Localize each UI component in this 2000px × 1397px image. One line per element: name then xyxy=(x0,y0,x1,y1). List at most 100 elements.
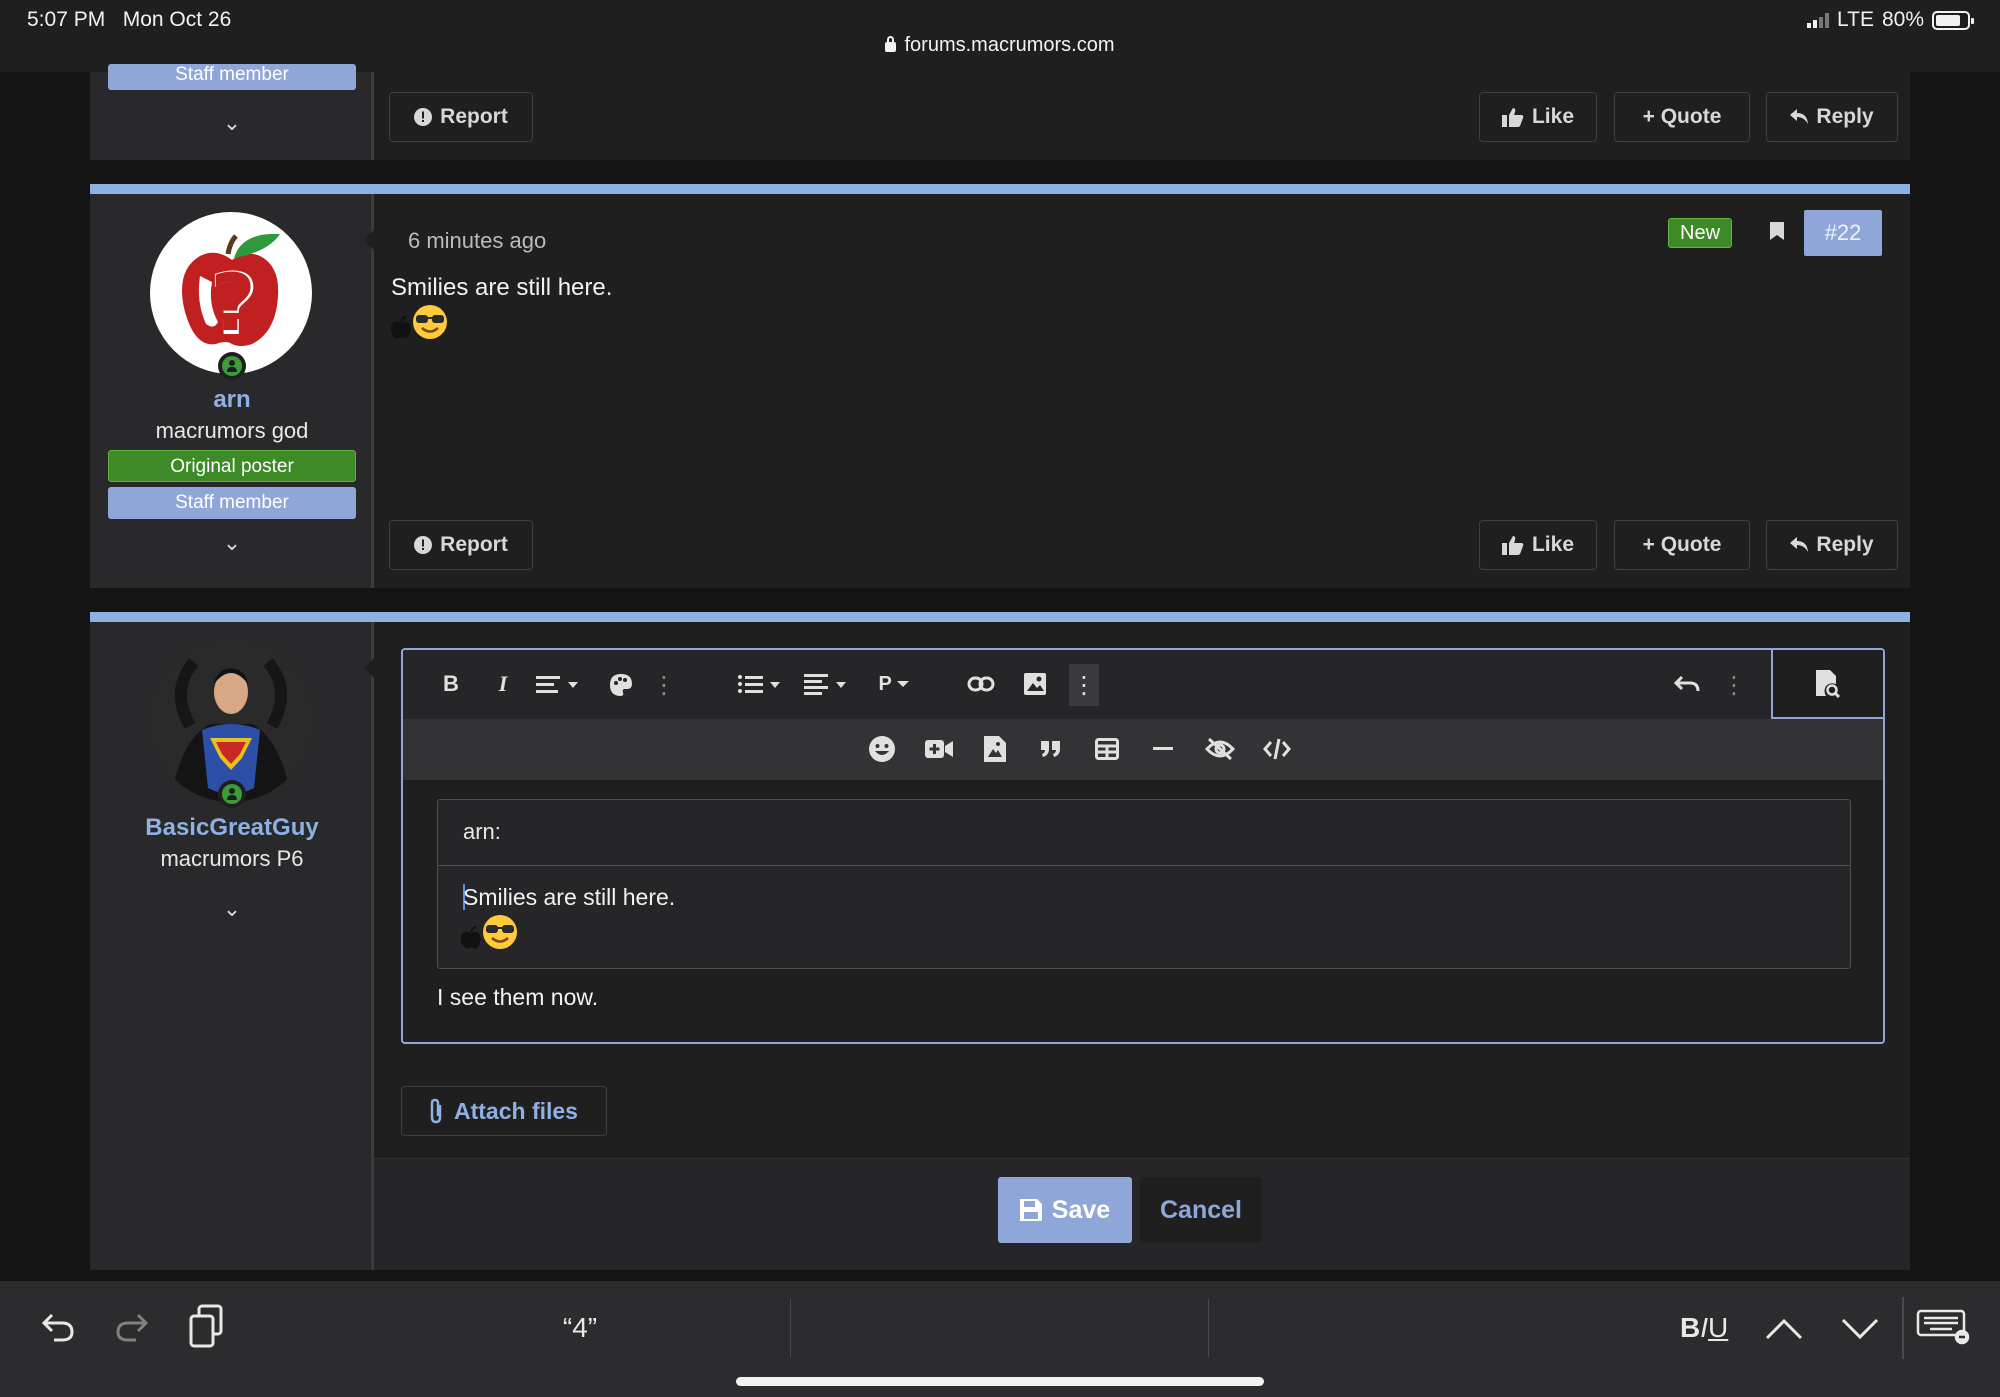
spoiler-icon[interactable] xyxy=(1205,735,1235,763)
cool-smilie-icon xyxy=(483,915,517,949)
video-icon[interactable] xyxy=(925,735,953,763)
suggestion-divider xyxy=(790,1299,791,1357)
quote-button[interactable]: + Quote xyxy=(1614,520,1750,570)
rich-text-editor[interactable]: B I ⋮ P ⋮ ⋮ arn: Smilies are still here.… xyxy=(401,648,1885,1044)
apple-smilie-icon xyxy=(390,316,411,339)
svg-text:?: ? xyxy=(210,259,255,349)
chevron-down-icon[interactable] xyxy=(1840,1309,1880,1349)
paragraph-icon[interactable]: P xyxy=(873,672,915,696)
staff-badge: Staff member xyxy=(108,487,356,519)
report-button[interactable]: Report xyxy=(389,92,533,142)
alert-icon xyxy=(414,536,433,554)
quote-button[interactable]: + Quote xyxy=(1614,92,1750,142)
user-title: macrumors god xyxy=(155,418,309,443)
reply-button[interactable]: Reply xyxy=(1766,520,1898,570)
reply-button[interactable]: Reply xyxy=(1766,92,1898,142)
cancel-button[interactable]: Cancel xyxy=(1140,1177,1262,1243)
undo-icon[interactable] xyxy=(1673,672,1701,696)
url-text: forums.macrumors.com xyxy=(904,34,1115,56)
undo-icon[interactable] xyxy=(38,1305,78,1349)
autocorrect-suggestion[interactable]: “4” xyxy=(380,1305,780,1351)
editor-user-pane: BasicGreatGuy macrumors P6 ⌄ xyxy=(90,612,374,1270)
new-badge: New xyxy=(1668,218,1733,248)
more-icon[interactable]: ⋮ xyxy=(1722,672,1746,699)
avatar[interactable]: ? ? xyxy=(150,212,312,374)
suggestion-divider xyxy=(1208,1299,1209,1357)
preview-icon xyxy=(1816,669,1840,698)
reply-icon xyxy=(1790,537,1809,552)
toolbar-divider xyxy=(1902,1297,1904,1359)
quote-icon[interactable] xyxy=(1037,735,1065,763)
chevron-down-icon[interactable]: ⌄ xyxy=(90,110,374,136)
previous-post-main: Report Like + Quote Reply xyxy=(374,72,1910,160)
lock-icon xyxy=(885,36,897,52)
paste-icon[interactable] xyxy=(186,1301,226,1351)
status-time: 5:07 PM Mon Oct 26 xyxy=(27,8,232,31)
italic-icon[interactable]: I xyxy=(491,671,515,696)
post-divider xyxy=(90,612,1910,622)
address-bar[interactable]: forums.macrumors.com xyxy=(0,34,2000,57)
editor-toolbar-primary: B I ⋮ P ⋮ ⋮ xyxy=(403,650,1883,719)
report-button[interactable]: Report xyxy=(389,520,533,570)
username[interactable]: BasicGreatGuy xyxy=(90,814,374,842)
online-status-icon xyxy=(218,352,246,380)
like-button[interactable]: Like xyxy=(1479,92,1597,142)
code-icon[interactable] xyxy=(1263,735,1291,763)
horizontal-line-icon[interactable] xyxy=(1149,735,1177,763)
list-icon[interactable] xyxy=(737,672,785,696)
home-indicator[interactable] xyxy=(736,1377,1264,1386)
smilie-icon[interactable] xyxy=(868,735,896,763)
cool-smilie-icon xyxy=(413,305,447,339)
paperclip-icon xyxy=(430,1098,442,1124)
smilies xyxy=(390,304,448,340)
editor-toolbar-secondary xyxy=(403,719,1883,780)
original-poster-badge: Original poster xyxy=(108,450,356,482)
attach-files-button[interactable]: Attach files xyxy=(401,1086,607,1136)
keyboard-dismiss-icon[interactable] xyxy=(1916,1305,1972,1349)
table-icon[interactable] xyxy=(1093,735,1121,763)
avatar[interactable] xyxy=(150,640,312,802)
media-icon[interactable] xyxy=(981,735,1009,763)
signal-icon xyxy=(1807,12,1829,28)
user-title: macrumors P6 xyxy=(160,846,304,871)
post-user-pane: ? ? arn macrumors god Original poster St… xyxy=(90,184,374,588)
text-format-button[interactable]: BIU xyxy=(1680,1305,1728,1351)
quote-block[interactable]: arn: Smilies are still here. xyxy=(437,799,1851,969)
align-icon[interactable] xyxy=(803,672,851,696)
chevron-up-icon[interactable] xyxy=(1764,1309,1804,1349)
more-icon[interactable]: ⋮ xyxy=(1069,664,1099,706)
thumbs-up-icon xyxy=(1501,108,1524,127)
bold-icon[interactable]: B xyxy=(439,671,463,696)
thumbs-up-icon xyxy=(1501,536,1524,555)
staff-badge: Staff member xyxy=(108,64,356,90)
post-time[interactable]: 6 minutes ago xyxy=(408,228,546,254)
superman-avatar-icon xyxy=(150,640,312,802)
post-main: 6 minutes ago New #22 Smilies are still … xyxy=(374,184,1910,588)
chevron-down-icon[interactable]: ⌄ xyxy=(90,896,374,922)
apple-smilie-icon xyxy=(460,926,481,949)
status-right: LTE 80% xyxy=(1807,8,1974,32)
chevron-down-icon[interactable]: ⌄ xyxy=(90,530,374,556)
palette-icon[interactable] xyxy=(608,672,634,698)
link-icon[interactable] xyxy=(967,672,995,696)
save-button[interactable]: Save xyxy=(998,1177,1132,1243)
alert-icon xyxy=(414,108,433,126)
preview-button[interactable] xyxy=(1771,650,1883,719)
image-icon[interactable] xyxy=(1023,672,1047,696)
post-number[interactable]: #22 xyxy=(1804,210,1882,256)
post-divider xyxy=(90,184,1910,194)
reply-editor-post: BasicGreatGuy macrumors P6 ⌄ B I ⋮ P ⋮ ⋮… xyxy=(90,612,1910,1270)
quote-text: Smilies are still here. xyxy=(463,884,676,910)
reply-text[interactable]: I see them now. xyxy=(437,984,598,1011)
redo-icon[interactable] xyxy=(112,1305,152,1349)
username[interactable]: arn xyxy=(90,386,374,414)
macrumors-logo-icon: ? ? xyxy=(182,233,280,355)
bookmark-icon[interactable] xyxy=(1770,222,1784,245)
previous-post-user-pane: Staff member ⌄ xyxy=(90,64,374,160)
more-icon[interactable]: ⋮ xyxy=(652,672,676,699)
floppy-disk-icon xyxy=(1019,1199,1042,1221)
like-button[interactable]: Like xyxy=(1479,520,1597,570)
status-bar: 5:07 PM Mon Oct 26 LTE 80% forums.macrum… xyxy=(0,0,2000,72)
text-style-icon[interactable] xyxy=(535,672,583,696)
form-action-bar: Save Cancel xyxy=(374,1158,1910,1270)
